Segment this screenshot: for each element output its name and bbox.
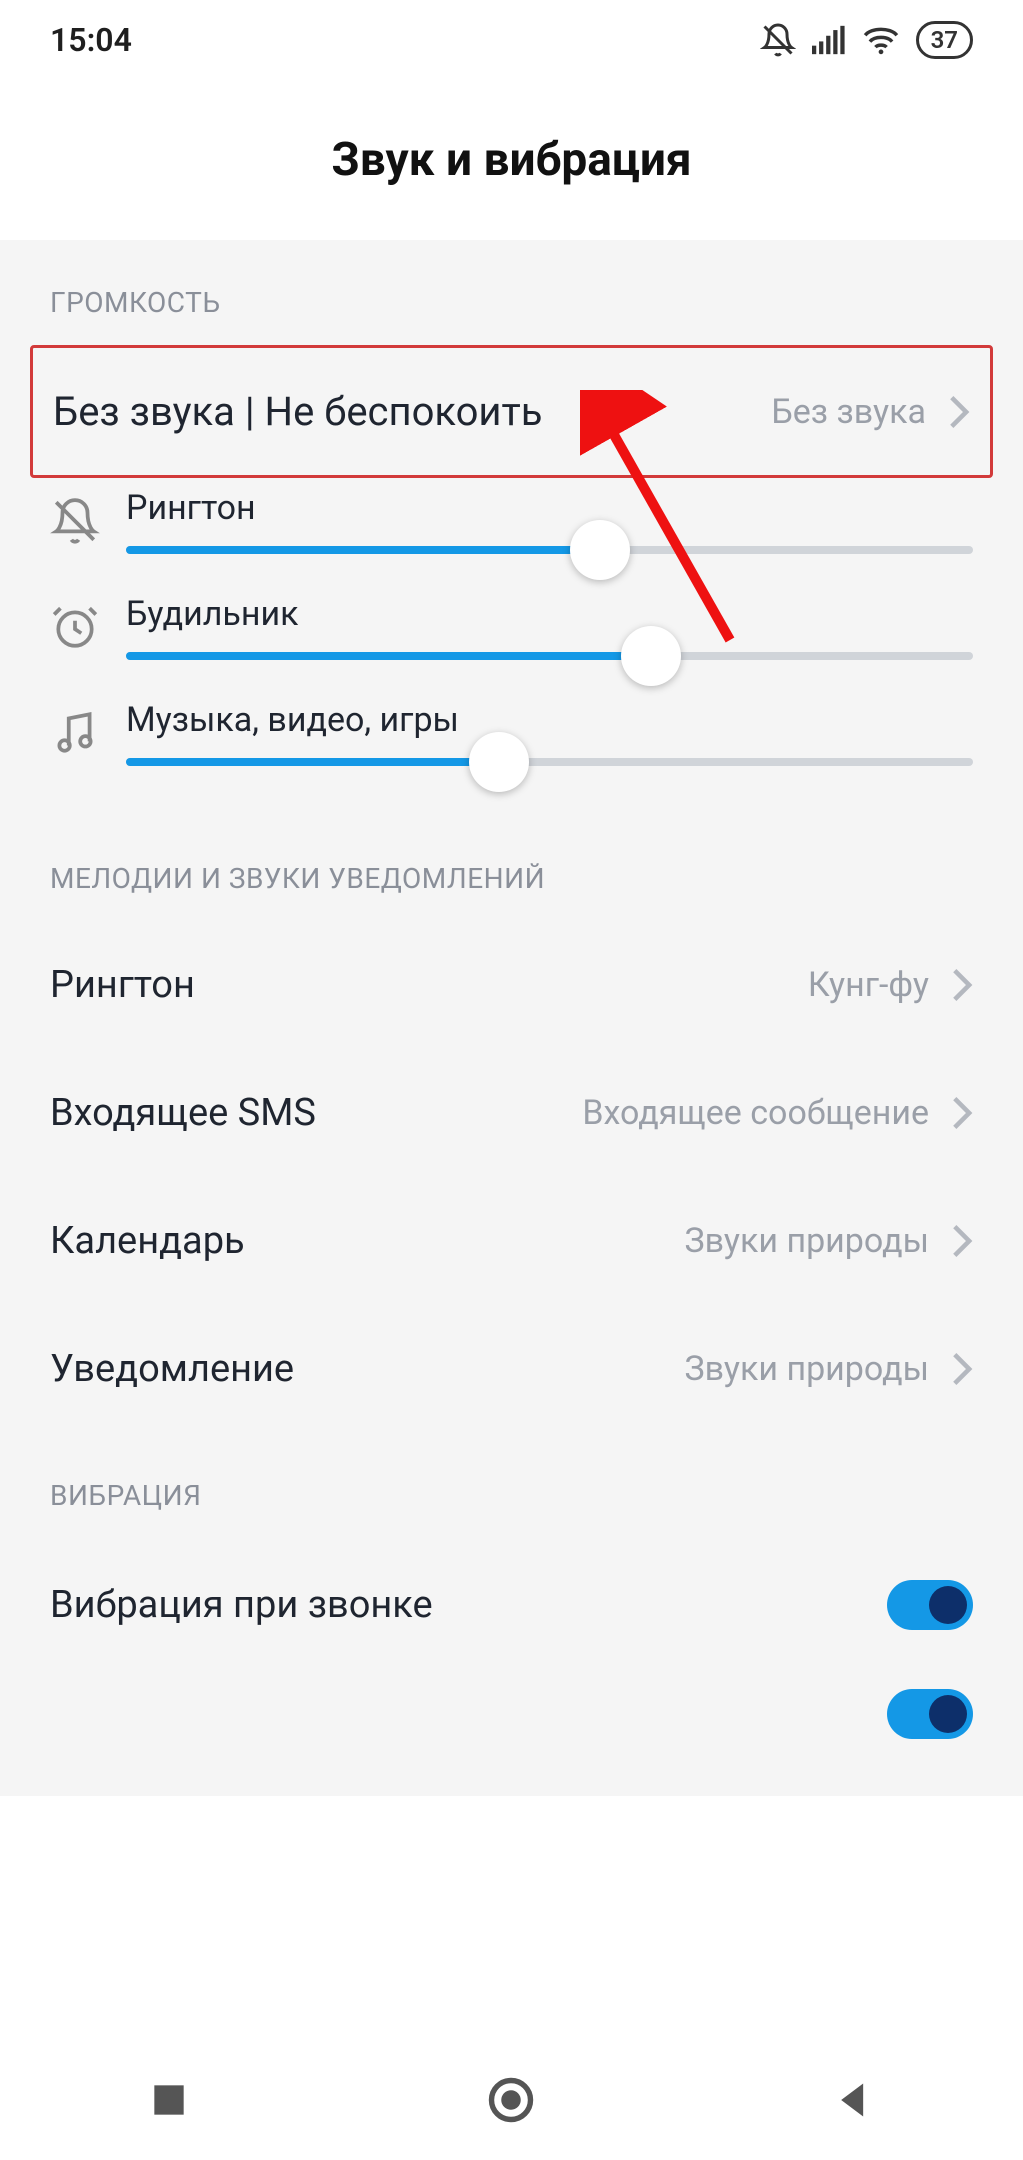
slider-track[interactable] [126,546,973,554]
dnd-row-label: Без звука | Не беспокоить [53,388,542,435]
slider-thumb[interactable] [570,520,630,580]
settings-content[interactable]: ГРОМКОСТЬ Без звука | Не беспокоить Без … [0,240,1023,1796]
status-time: 15:04 [50,21,132,59]
chevron-right-icon [951,967,973,1003]
slider-alarm[interactable]: Будильник [0,584,1023,690]
page-header: Звук и вибрация [0,80,1023,240]
slider-track[interactable] [126,758,973,766]
row-label: Рингтон [50,963,195,1007]
section-label-melodies: МЕЛОДИИ И ЗВУКИ УВЕДОМЛЕНИЙ [0,816,1023,921]
page-title: Звук и вибрация [331,133,691,187]
slider-ringtone[interactable]: Рингтон [0,478,1023,584]
chevron-right-icon [951,1095,973,1131]
chevron-right-icon [951,1223,973,1259]
cutoff-row[interactable] [0,1672,1023,1756]
bell-mute-icon [50,496,100,546]
wifi-icon [862,25,900,55]
dnd-row-value: Без звука [771,392,926,432]
android-navbar [0,2040,1023,2160]
calendar-row[interactable]: Календарь Звуки природы [0,1177,1023,1305]
sms-row[interactable]: Входящее SMS Входящее сообщение [0,1049,1023,1177]
dnd-row[interactable]: Без звука | Не беспокоить Без звука [30,345,993,478]
nav-home-button[interactable] [485,2074,537,2126]
row-value: Звуки природы [684,1221,929,1261]
slider-track[interactable] [126,652,973,660]
dnd-bell-icon [760,22,796,58]
row-value: Входящее сообщение [582,1093,929,1133]
ringtone-row[interactable]: Рингтон Кунг-фу [0,921,1023,1049]
signal-icon [812,25,846,55]
alarm-clock-icon [50,602,100,652]
slider-media[interactable]: Музыка, видео, игры [0,690,1023,816]
slider-label: Музыка, видео, игры [126,700,973,740]
section-label-vibration: ВИБРАЦИЯ [0,1433,1023,1538]
battery-badge: 37 [916,21,973,59]
slider-label: Будильник [126,594,973,634]
slider-label: Рингтон [126,488,973,528]
nav-back-button[interactable] [832,2078,876,2122]
notification-row[interactable]: Уведомление Звуки природы [0,1305,1023,1433]
section-label-volume: ГРОМКОСТЬ [0,240,1023,345]
row-label: Календарь [50,1219,245,1263]
status-icons: 37 [760,21,973,59]
row-label: Входящее SMS [50,1091,316,1135]
music-note-icon [50,708,100,758]
slider-thumb[interactable] [621,626,681,686]
nav-recent-button[interactable] [147,2078,191,2122]
toggle-switch[interactable] [887,1580,973,1630]
status-bar: 15:04 [0,0,1023,80]
row-label: Уведомление [50,1347,294,1391]
row-label: Вибрация при звонке [50,1583,433,1627]
toggle-switch[interactable] [887,1689,973,1739]
slider-thumb[interactable] [469,732,529,792]
vibrate-on-call-row[interactable]: Вибрация при звонке [0,1538,1023,1672]
chevron-right-icon [951,1351,973,1387]
row-value: Кунг-фу [808,965,929,1005]
chevron-right-icon [948,394,970,430]
row-value: Звуки природы [684,1349,929,1389]
